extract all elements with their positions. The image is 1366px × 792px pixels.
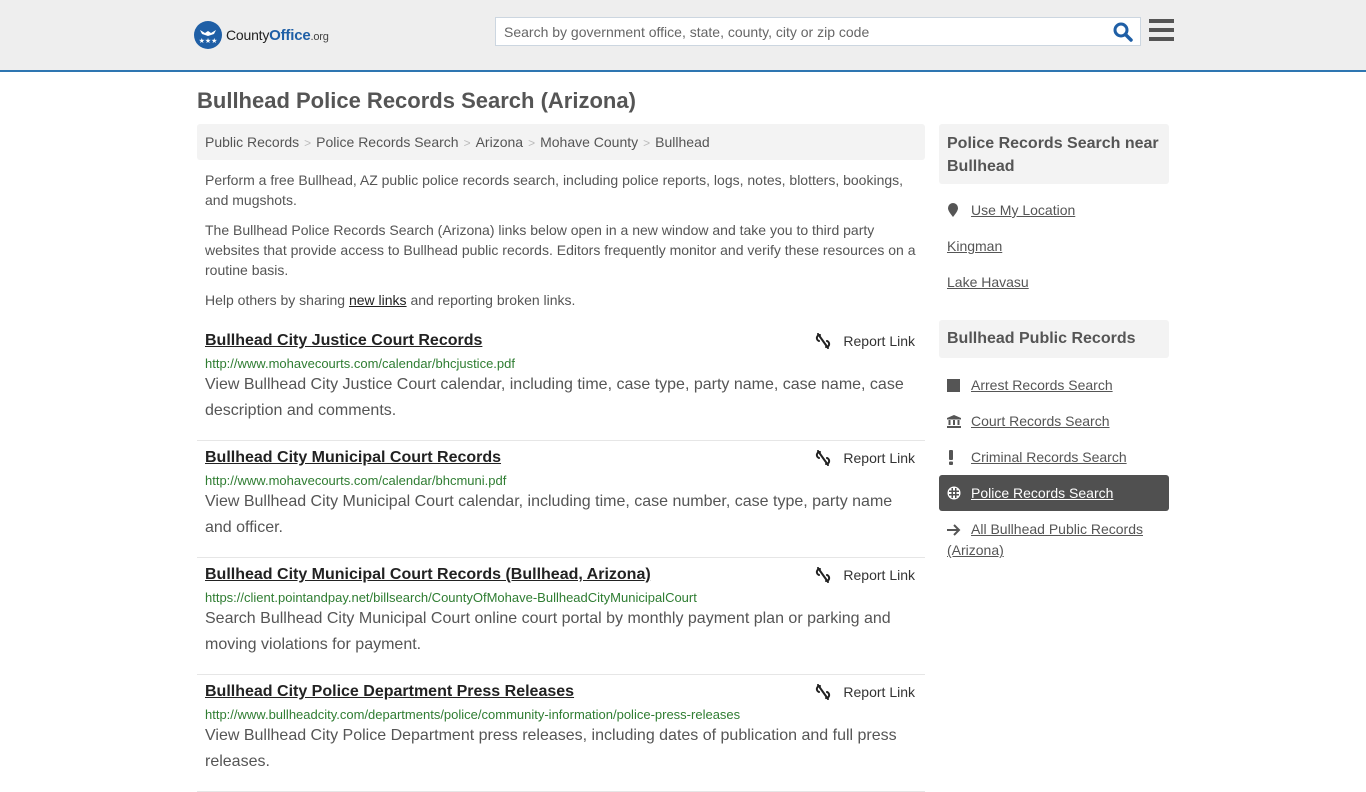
use-my-location-link[interactable]: Use My Location [971,200,1075,220]
site-logo[interactable]: ★★★ CountyOffice.org [194,21,329,49]
report-link-button[interactable]: Report Link [815,450,915,466]
report-link-button[interactable]: Report Link [815,567,915,583]
sidebar-link[interactable]: Arrest Records Search [971,375,1113,395]
result-item: Bullhead City Municipal Court Records Re… [197,441,925,558]
sidebar-link[interactable]: Police Records Search [971,483,1113,503]
result-url[interactable]: http://www.mohavecourts.com/calendar/bhc… [205,473,917,488]
breadcrumb-separator: > [643,136,651,150]
breadcrumb-public-records[interactable]: Public Records [205,134,299,150]
nearby-list: Use My Location Kingman Lake Havasu [939,192,1169,300]
menu-bar [1149,28,1174,32]
search-input[interactable] [496,18,1106,45]
report-link-button[interactable]: Report Link [815,684,915,700]
result-url[interactable]: http://www.mohavecourts.com/calendar/bhc… [205,356,917,371]
breadcrumb-separator: > [463,136,471,150]
result-url[interactable]: https://client.pointandpay.net/billsearc… [205,590,917,605]
broken-link-icon [816,333,831,349]
sidebar-item-all-public-records[interactable]: All Bullhead Public Records (Arizona) [939,511,1169,568]
map-marker-icon [947,200,971,220]
broken-link-icon [816,684,831,700]
result-url[interactable]: http://www.bullheadcity.com/departments/… [205,707,917,722]
page-title: Bullhead Police Records Search (Arizona) [197,88,636,113]
intro-paragraph: The Bullhead Police Records Search (Ariz… [205,222,916,278]
svg-text:★★★: ★★★ [199,37,218,45]
exclamation-icon [947,447,971,467]
result-description: View Bullhead City Justice Court calenda… [205,376,904,419]
breadcrumb-separator: > [304,136,312,150]
nearby-link[interactable]: Kingman [947,236,1002,256]
use-my-location-item[interactable]: Use My Location [939,192,1169,228]
intro-text: Perform a free Bullhead, AZ public polic… [205,170,921,320]
courthouse-icon [947,411,971,431]
hamburger-menu-icon[interactable] [1149,19,1175,43]
sidebar-item-police-records[interactable]: Police Records Search [939,475,1169,511]
sidebar-link[interactable]: All Bullhead Public Records (Arizona) [947,521,1143,558]
sidebar-item-criminal-records[interactable]: Criminal Records Search [939,439,1169,475]
nearby-link[interactable]: Lake Havasu [947,272,1029,292]
intro-paragraph: Perform a free Bullhead, AZ public polic… [205,172,904,208]
broken-link-icon [816,567,831,583]
breadcrumb-mohave-county[interactable]: Mohave County [540,134,638,150]
result-title-link[interactable]: Bullhead City Municipal Court Records (B… [205,566,651,584]
site-header: ★★★ CountyOffice.org [0,0,1366,72]
result-description: View Bullhead City Municipal Court calen… [205,493,893,536]
search-icon[interactable] [1112,21,1134,43]
result-title-link[interactable]: Bullhead City Justice Court Records [205,332,482,350]
intro-paragraph-share: Help others by sharing new links and rep… [205,292,576,308]
result-title-link[interactable]: Bullhead City Police Department Press Re… [205,683,574,701]
arrow-right-icon [947,520,971,540]
broken-link-icon [816,450,831,466]
menu-bar [1149,19,1174,23]
result-title-link[interactable]: Bullhead City Municipal Court Records [205,449,501,467]
result-description: Search Bullhead City Municipal Court onl… [205,610,891,653]
breadcrumb-arizona[interactable]: Arizona [476,134,523,150]
menu-bar [1149,37,1174,41]
search-bar [495,17,1141,46]
breadcrumb-separator: > [528,136,536,150]
result-item: Bullhead City Justice Court Records Repo… [197,324,925,441]
results-list: Bullhead City Justice Court Records Repo… [197,324,925,792]
result-description: View Bullhead City Police Department pre… [205,727,897,770]
public-records-heading: Bullhead Public Records [939,320,1169,358]
sidebar-item-court-records[interactable]: Court Records Search [939,403,1169,439]
breadcrumb-bullhead[interactable]: Bullhead [655,134,710,150]
sidebar-link[interactable]: Criminal Records Search [971,447,1127,467]
nearby-item-kingman[interactable]: Kingman [939,228,1169,264]
public-records-list: Arrest Records Search Court Records Sear… [939,367,1169,568]
eagle-stars-logo-icon: ★★★ [194,21,222,49]
logo-text: CountyOffice.org [226,26,329,44]
sidebar-item-arrest-records[interactable]: Arrest Records Search [939,367,1169,403]
result-item: Bullhead City Municipal Court Records (B… [197,558,925,675]
result-item: Bullhead City Police Department Press Re… [197,675,925,792]
square-icon [947,375,971,395]
crosshair-icon [947,483,971,503]
breadcrumb-police-records-search[interactable]: Police Records Search [316,134,458,150]
breadcrumb: Public Records > Police Records Search > Ari… [197,124,925,160]
sidebar-link[interactable]: Court Records Search [971,411,1110,431]
nearby-heading: Police Records Search near Bullhead [939,124,1169,184]
nearby-item-lake-havasu[interactable]: Lake Havasu [939,264,1169,300]
new-links-link[interactable]: new links [349,292,407,308]
report-link-button[interactable]: Report Link [815,333,915,349]
